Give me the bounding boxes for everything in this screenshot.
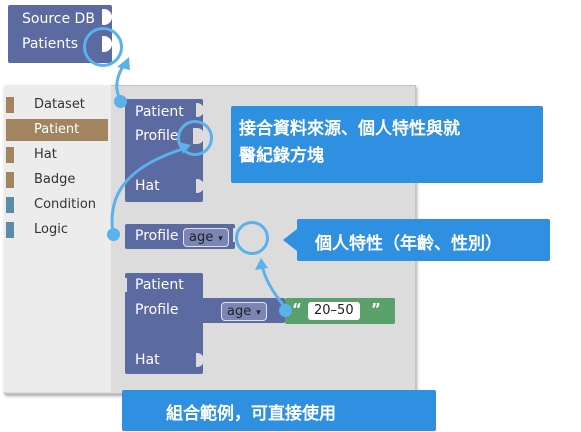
callout-connect-text: 接合資料來源、個人特性與就 醫紀錄方塊 — [239, 119, 460, 166]
arrow-to-source — [115, 63, 126, 98]
callout-connect-blocks: 接合資料來源、個人特性與就 醫紀錄方塊 — [231, 106, 543, 183]
annotation-arrows — [110, 57, 297, 308]
connector-dot-profile — [107, 228, 120, 241]
arrow-head-profile-output — [255, 258, 268, 270]
callout-example-text: 組合範例，可直接使用 — [166, 404, 336, 424]
connector-dot-patient — [114, 95, 127, 108]
arrow-to-profile-output — [260, 264, 287, 308]
callout-pointer — [283, 229, 297, 251]
arrow-head-source — [117, 57, 130, 70]
callout-example: 組合範例，可直接使用 — [122, 390, 436, 431]
arrow-head-profile-input — [179, 142, 191, 154]
callout-attributes-text: 個人特性（年齡、性別） — [315, 234, 502, 254]
arrow-to-profile-input — [110, 146, 187, 235]
callout-attributes: 個人特性（年齡、性別） — [297, 219, 550, 261]
connector-dot-string — [279, 304, 292, 317]
